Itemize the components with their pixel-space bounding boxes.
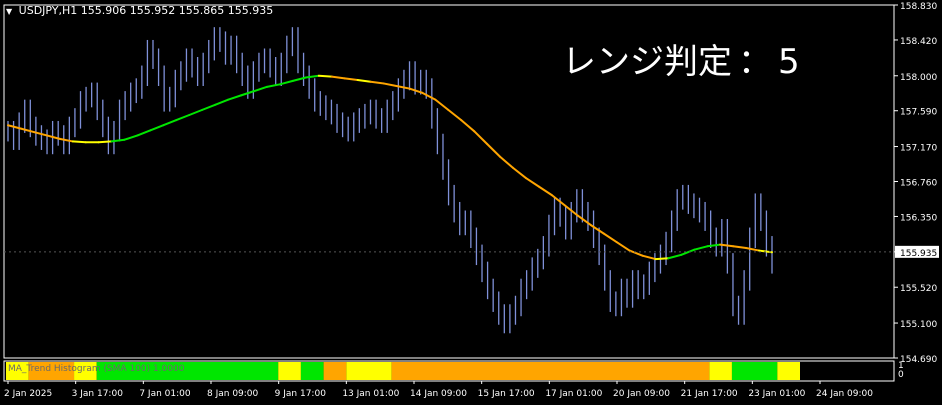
moving-average-segment <box>589 223 605 235</box>
y-tick-label: 156.350 <box>900 213 937 223</box>
x-tick-label: 8 Jan 09:00 <box>207 389 259 399</box>
x-tick-label: 2 Jan 2025 <box>4 389 52 399</box>
histogram-bar <box>731 362 778 380</box>
y-tick-label: 157.590 <box>900 108 937 118</box>
moving-average-segment <box>175 113 191 122</box>
moving-average-segment <box>162 119 178 127</box>
moving-average-segment <box>19 127 35 134</box>
moving-average-segment <box>369 80 385 85</box>
x-tick-label: 9 Jan 17:00 <box>275 389 327 399</box>
moving-average-segment <box>537 185 553 197</box>
moving-average-segment <box>71 140 87 144</box>
moving-average-segment <box>421 91 437 101</box>
moving-average-segment <box>615 241 631 252</box>
histogram-bar <box>709 362 732 380</box>
moving-average-segment <box>188 108 204 116</box>
moving-average-segment <box>460 119 476 133</box>
moving-average-segment <box>693 245 709 251</box>
moving-average-segment <box>227 94 243 101</box>
moving-average-segment <box>576 214 592 226</box>
moving-average-segment <box>628 249 644 257</box>
x-tick-label: 14 Jan 09:00 <box>410 389 467 399</box>
y-tick-label: 156.760 <box>900 179 937 189</box>
x-tick-label: 13 Jan 01:00 <box>342 389 399 399</box>
moving-average-segment <box>732 245 748 250</box>
moving-average-segment <box>97 140 113 144</box>
y-tick-label: 158.830 <box>900 2 937 12</box>
x-tick-label: 23 Jan 01:00 <box>748 389 805 399</box>
x-tick-label: 7 Jan 01:00 <box>139 389 191 399</box>
moving-average-segment <box>330 75 346 80</box>
moving-average-segment <box>317 74 333 78</box>
moving-average-segment <box>343 77 359 82</box>
moving-average-segment <box>706 243 722 248</box>
histogram-bar <box>777 362 800 380</box>
histogram-bar <box>300 362 324 380</box>
x-tick-label: 20 Jan 09:00 <box>613 389 670 399</box>
indicator-label: MA_Trend Histogram (SMA 100) 1.0000 <box>8 364 185 374</box>
y-tick-label: 155.100 <box>900 320 937 330</box>
moving-average-segment <box>253 85 268 93</box>
moving-average-segment <box>447 108 463 122</box>
moving-average-segment <box>654 257 670 261</box>
price-chart[interactable]: 158.830 158.420 158.000 157.590 157.170 156.7… <box>0 0 942 405</box>
histogram-bar <box>391 362 710 380</box>
histogram-bar <box>323 362 347 380</box>
x-tick-label: 17 Jan 01:00 <box>545 389 602 399</box>
moving-average-segment <box>667 253 683 260</box>
moving-average-segment <box>136 129 152 137</box>
moving-average-segment <box>486 142 502 158</box>
moving-average-segment <box>201 103 217 111</box>
moving-average-segment <box>641 254 657 261</box>
moving-average-segment <box>512 166 527 180</box>
moving-average-segment <box>550 194 566 207</box>
moving-average-segment <box>304 74 320 79</box>
y-tick-label: 158.000 <box>900 73 937 83</box>
y-tick-label: 158.420 <box>900 37 937 47</box>
x-tick-label: 21 Jan 17:00 <box>681 389 738 399</box>
moving-average-segment <box>149 124 165 132</box>
moving-average-segment <box>499 155 515 169</box>
y-tick-label: 154.690 <box>900 355 937 365</box>
histogram-bar <box>278 362 301 380</box>
x-tick-label: 24 Jan 09:00 <box>816 389 873 399</box>
moving-average-segment <box>382 82 398 88</box>
histogram-bar <box>346 362 392 380</box>
moving-average-segment <box>214 98 230 106</box>
y-tick-label: 157.170 <box>900 144 937 154</box>
y-tick-label: 155.520 <box>900 284 937 294</box>
moving-average-segment <box>524 177 540 188</box>
moving-average-segment <box>123 134 139 141</box>
moving-average-segment <box>473 130 489 145</box>
y-tick-label: 155.935 <box>900 249 937 259</box>
x-tick-label: 15 Jan 17:00 <box>478 389 535 399</box>
moving-average-segment <box>745 247 761 252</box>
moving-average-segment <box>265 83 281 88</box>
moving-average-segment <box>602 232 618 244</box>
moving-average-segment <box>356 79 372 83</box>
x-tick-label: 3 Jan 17:00 <box>72 389 124 399</box>
moving-average-segment <box>58 137 74 143</box>
moving-average-segment <box>680 248 696 256</box>
indicator-scale-bottom: 0 <box>898 370 904 380</box>
